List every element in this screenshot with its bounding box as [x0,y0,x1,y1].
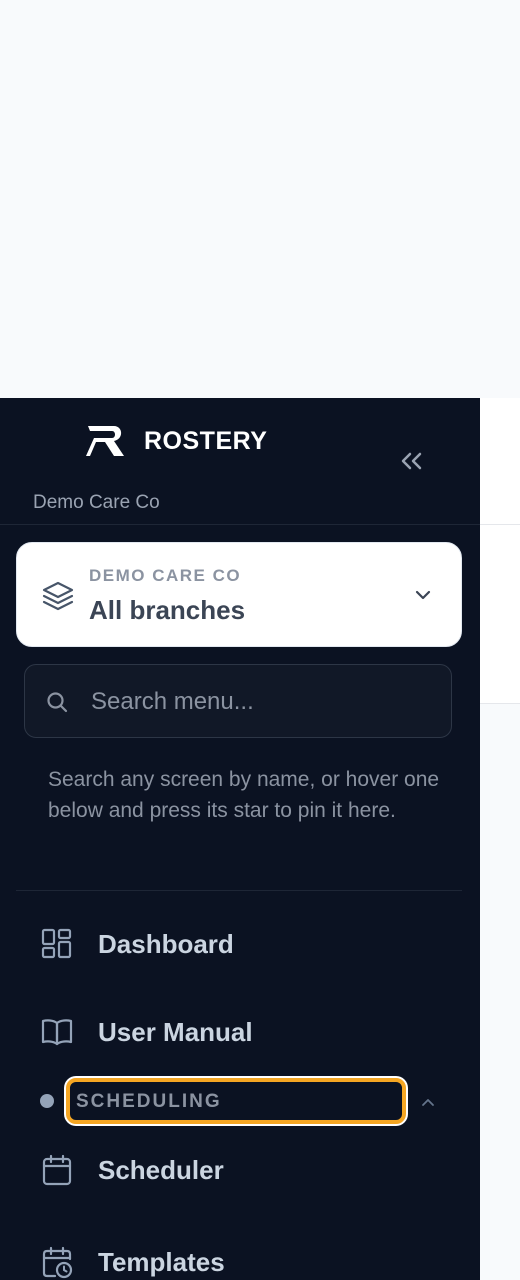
layers-icon [42,581,74,611]
calendar-icon [42,1154,72,1186]
section-header-scheduling[interactable]: SCHEDULING [66,1078,406,1124]
nav-item-templates[interactable]: Templates [40,1242,225,1280]
brand-name: ROSTERY [144,426,268,455]
rostery-logo-icon [86,426,124,456]
branch-name: All branches [89,595,246,625]
nav-item-dashboard[interactable]: Dashboard [40,924,234,964]
main-panel [480,525,520,704]
main-header [480,398,520,525]
section-indicator-dot [40,1094,54,1108]
branch-org-label: DEMO CARE CO [89,566,242,585]
section-label: SCHEDULING [76,1091,222,1112]
nav-item-user-manual[interactable]: User Manual [40,1012,253,1052]
nav-item-label: Dashboard [98,928,234,959]
main-content-area [480,398,520,1280]
divider [16,890,462,891]
chevron-down-icon [415,590,431,600]
calendar-clock-icon [42,1246,73,1279]
search-box[interactable] [24,664,452,738]
org-subtitle: Demo Care Co [33,492,160,513]
dashboard-grid-icon [41,928,72,959]
collapse-sidebar-button[interactable] [396,448,426,474]
search-hint: Search any screen by name, or hover one … [48,768,440,822]
branch-selector[interactable]: DEMO CARE CO All branches [16,542,462,647]
nav-item-label: User Manual [98,1016,253,1047]
sidebar: ROSTERY Demo Care Co DEMO CARE CO All br… [0,398,480,1280]
search-input[interactable] [89,679,433,725]
divider [0,524,480,525]
chevron-up-icon[interactable] [418,1092,438,1112]
search-icon [47,692,68,713]
nav-item-scheduler[interactable]: Scheduler [40,1150,224,1190]
brand[interactable]: ROSTERY [86,424,267,458]
nav-item-label: Scheduler [98,1154,224,1185]
book-open-icon [41,1019,73,1046]
chevrons-left-icon [401,452,422,470]
nav-item-label: Templates [98,1246,225,1277]
